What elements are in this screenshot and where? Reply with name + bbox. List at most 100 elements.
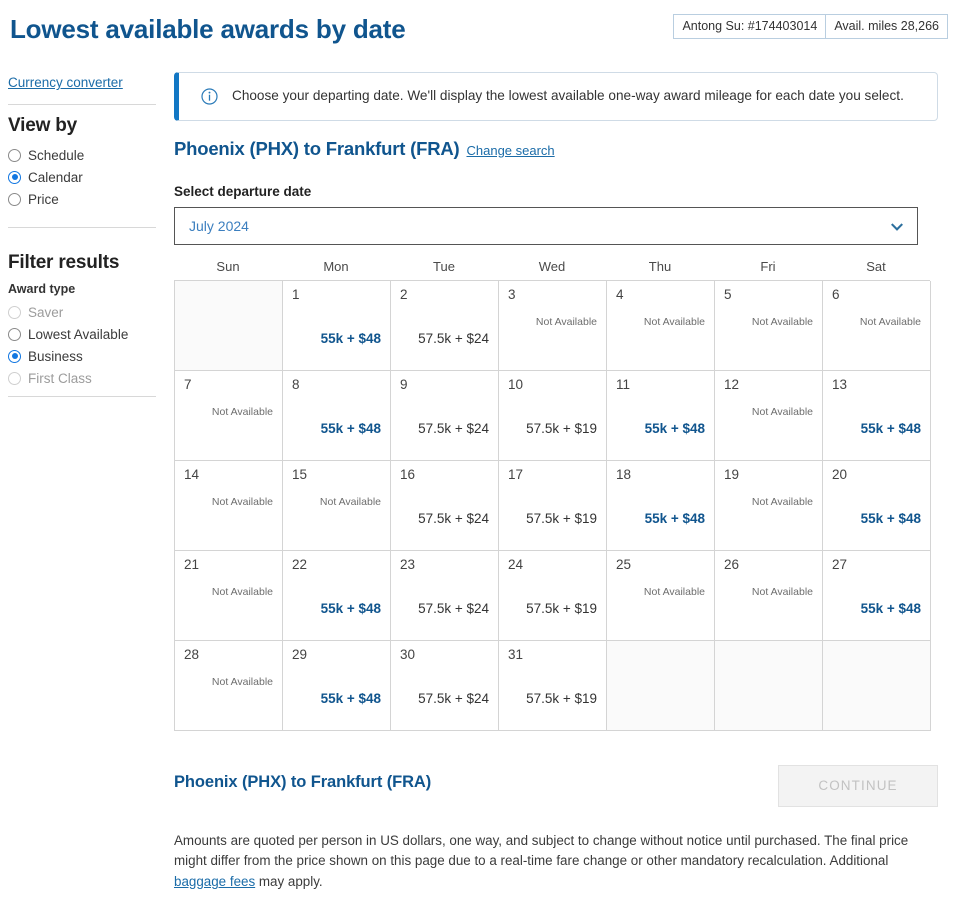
calendar-cell-day-20[interactable]: 20 55k + $48 <box>823 460 931 551</box>
day-number: 18 <box>616 466 632 482</box>
radio-label: Saver <box>28 304 64 320</box>
day-number: 1 <box>292 286 300 302</box>
not-available-label: Not Available <box>211 405 273 418</box>
calendar-cell-day-25: 25 Not Available <box>607 550 715 641</box>
day-number: 14 <box>184 466 200 482</box>
day-number: 20 <box>832 466 848 482</box>
calendar-cell-day-31[interactable]: 31 57.5k + $19 <box>499 640 607 731</box>
disclaimer-part2: may apply. <box>255 874 323 890</box>
award-type-option-lowest-available[interactable]: Lowest Available <box>8 324 156 344</box>
calendar-cell-day-24[interactable]: 24 57.5k + $19 <box>499 550 607 641</box>
calendar-cell-day-11[interactable]: 11 55k + $48 <box>607 370 715 461</box>
day-number: 13 <box>832 376 848 392</box>
available-miles: Avail. miles 28,266 <box>825 15 947 38</box>
award-price: 57.5k + $24 <box>418 690 489 706</box>
radio-label: Schedule <box>28 147 85 163</box>
chevron-down-icon <box>891 220 903 232</box>
change-search-link[interactable]: Change search <box>466 143 554 158</box>
day-number: 5 <box>724 286 732 302</box>
award-price: 55k + $48 <box>320 690 381 706</box>
calendar-cell-day-26: 26 Not Available <box>715 550 823 641</box>
radio-label: First Class <box>28 370 92 386</box>
calendar-cell-day-22[interactable]: 22 55k + $48 <box>283 550 391 641</box>
weekday-fri: Fri <box>760 258 776 274</box>
view-by-option-schedule[interactable]: Schedule <box>8 145 156 165</box>
calendar-grid: 1 55k + $48 2 57.5k + $24 3 Not Available 4 Not… <box>174 279 931 731</box>
not-available-label: Not Available <box>751 585 813 598</box>
weekday-wed: Wed <box>538 258 566 274</box>
calendar-cell-day-30[interactable]: 30 57.5k + $24 <box>391 640 499 731</box>
day-number: 2 <box>400 286 408 302</box>
calendar-cell-day-10[interactable]: 10 57.5k + $19 <box>499 370 607 461</box>
radio-label: Business <box>28 348 83 364</box>
award-price: 55k + $48 <box>320 600 381 616</box>
radio-icon <box>8 371 21 385</box>
calendar-cell-day-4: 4 Not Available <box>607 280 715 371</box>
day-number: 27 <box>832 556 848 572</box>
award-type-option-first-class: First Class <box>8 368 156 388</box>
calendar-cell-day-21: 21 Not Available <box>175 550 283 641</box>
filter-results-heading: Filter results <box>8 252 120 273</box>
day-number: 25 <box>616 556 632 572</box>
calendar-cell-empty <box>175 280 283 371</box>
select-departure-date-label: Select departure date <box>174 183 312 199</box>
calendar-cell-day-2[interactable]: 2 57.5k + $24 <box>391 280 499 371</box>
currency-converter-link[interactable]: Currency converter <box>8 75 123 90</box>
award-price: 57.5k + $19 <box>526 420 597 436</box>
award-type-option-saver: Saver <box>8 302 156 322</box>
calendar-cell-day-18[interactable]: 18 55k + $48 <box>607 460 715 551</box>
award-price: 57.5k + $24 <box>418 420 489 436</box>
continue-button[interactable]: CONTINUE <box>778 764 938 807</box>
info-icon <box>201 88 218 105</box>
calendar-cell-day-16[interactable]: 16 57.5k + $24 <box>391 460 499 551</box>
day-number: 15 <box>292 466 308 482</box>
calendar-cell-day-13[interactable]: 13 55k + $48 <box>823 370 931 461</box>
calendar-cell-day-27[interactable]: 27 55k + $48 <box>823 550 931 641</box>
month-select-value: July 2024 <box>189 217 249 234</box>
view-by-option-price[interactable]: Price <box>8 189 156 209</box>
not-available-label: Not Available <box>211 495 273 508</box>
calendar-cell-day-9[interactable]: 9 57.5k + $24 <box>391 370 499 461</box>
route-header: Phoenix (PHX) to Frankfurt (FRA) Change … <box>174 138 938 160</box>
not-available-label: Not Available <box>643 585 705 598</box>
calendar-cell-day-3: 3 Not Available <box>499 280 607 371</box>
calendar-cell-day-8[interactable]: 8 55k + $48 <box>283 370 391 461</box>
not-available-label: Not Available <box>643 315 705 328</box>
day-number: 7 <box>184 376 192 392</box>
day-number: 3 <box>508 286 516 302</box>
day-number: 17 <box>508 466 524 482</box>
not-available-label: Not Available <box>751 315 813 328</box>
baggage-fees-link[interactable]: baggage fees <box>174 874 255 889</box>
not-available-label: Not Available <box>751 405 813 418</box>
day-number: 23 <box>400 556 416 572</box>
calendar-cell-empty <box>715 640 823 731</box>
calendar-cell-day-23[interactable]: 23 57.5k + $24 <box>391 550 499 641</box>
radio-icon <box>8 192 21 206</box>
radio-label: Price <box>28 191 59 207</box>
award-type-option-business[interactable]: Business <box>8 346 156 366</box>
not-available-label: Not Available <box>535 315 597 328</box>
day-number: 19 <box>724 466 740 482</box>
day-number: 9 <box>400 376 408 392</box>
day-number: 4 <box>616 286 624 302</box>
footer-route-title: Phoenix (PHX) to Frankfurt (FRA) <box>174 772 432 791</box>
not-available-label: Not Available <box>211 585 273 598</box>
calendar-cell-day-1[interactable]: 1 55k + $48 <box>283 280 391 371</box>
day-number: 11 <box>616 376 631 392</box>
weekday-mon: Mon <box>323 258 349 274</box>
award-price: 55k + $48 <box>860 510 921 526</box>
day-number: 8 <box>292 376 300 392</box>
not-available-label: Not Available <box>211 675 273 688</box>
award-price: 55k + $48 <box>860 420 921 436</box>
calendar-cell-day-29[interactable]: 29 55k + $48 <box>283 640 391 731</box>
account-name: Antong Su: #174403014 <box>682 19 818 33</box>
view-by-option-calendar[interactable]: Calendar <box>8 167 156 187</box>
calendar-cell-day-14: 14 Not Available <box>175 460 283 551</box>
award-price: 55k + $48 <box>320 420 381 436</box>
not-available-label: Not Available <box>319 495 381 508</box>
radio-icon <box>8 148 21 162</box>
month-select[interactable]: July 2024 <box>174 206 918 245</box>
info-banner: Choose your departing date. We'll displa… <box>174 72 938 121</box>
calendar-cell-day-17[interactable]: 17 57.5k + $19 <box>499 460 607 551</box>
radio-icon <box>8 170 21 184</box>
